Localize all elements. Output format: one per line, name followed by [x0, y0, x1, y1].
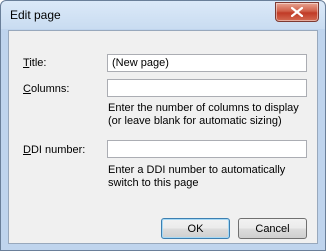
close-button[interactable]	[275, 2, 319, 22]
ddi-number-hint: Enter a DDI number to automatically swit…	[108, 164, 286, 189]
ddi-number-input[interactable]	[107, 140, 307, 158]
edit-page-dialog: Edit page Title: Columns: Enter the numb…	[0, 0, 326, 251]
columns-hint: Enter the number of columns to display (…	[108, 102, 299, 127]
columns-label: Columns:	[23, 83, 70, 95]
title-bar[interactable]: Edit page	[1, 1, 325, 29]
dialog-title: Edit page	[10, 8, 61, 22]
ddi-number-label: DDI number:	[23, 144, 86, 156]
ok-button[interactable]: OK	[161, 218, 230, 239]
title-input[interactable]	[107, 54, 307, 72]
close-icon	[291, 7, 303, 17]
title-label: Title:	[23, 57, 47, 69]
columns-input[interactable]	[107, 79, 307, 97]
cancel-button[interactable]: Cancel	[238, 218, 307, 239]
dialog-body: Title: Columns: Enter the number of colu…	[8, 30, 318, 244]
